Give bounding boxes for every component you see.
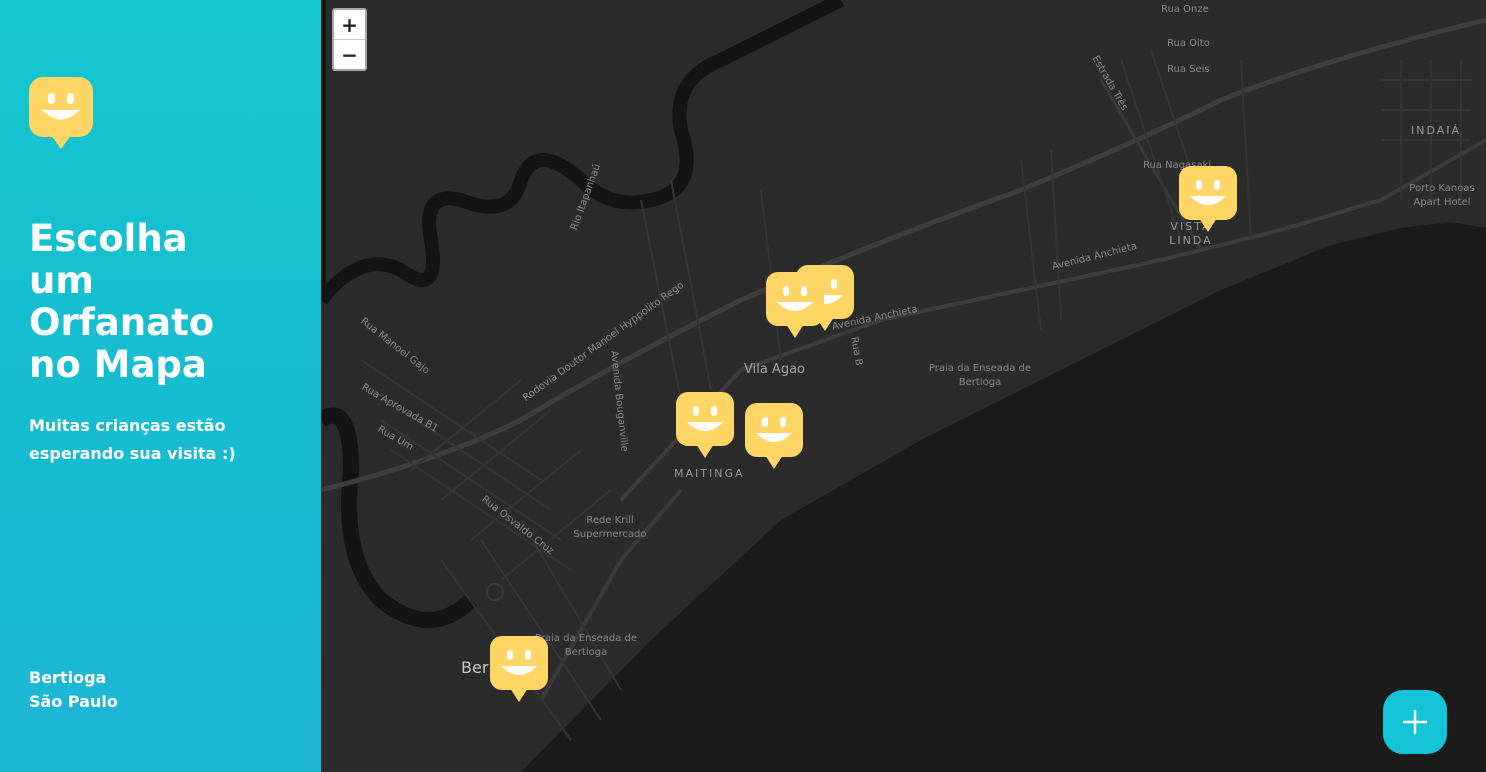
page-title: Escolha um Orfanato no Mapa [29,217,215,386]
logo-smiley-icon [29,77,93,149]
zoom-out-button[interactable]: − [334,40,365,69]
map-label: INDAIÁ [1411,124,1462,137]
page-subtitle: Muitas crianças estão esperando sua visi… [29,416,236,463]
map-label: Rua Oito [1167,38,1210,49]
orphanage-marker-pin-icon[interactable] [745,403,803,469]
map-label: Rede Krill Supermercado [573,515,647,540]
orphanage-marker-pin-icon[interactable] [766,272,824,338]
map[interactable]: + − Rua Onze Rua Oito Rua Seis Estrada T… [321,0,1486,772]
orphanage-marker-pin-icon[interactable] [1179,166,1237,232]
map-label: MAITINGA [674,467,745,480]
map-label: Ber [461,658,489,677]
sidebar: Escolha um Orfanato no Mapa Muitas crian… [0,0,321,772]
plus-icon [1402,709,1428,735]
map-label: Porto Kanoas Apart Hotel [1409,183,1475,208]
orphanage-marker-pin-icon[interactable] [676,392,734,458]
map-label: Rua Seis [1167,64,1210,75]
zoom-control: + − [332,8,367,71]
add-orphanage-button[interactable] [1383,690,1447,754]
map-label: Rua Onze [1161,4,1209,15]
map-label: Vila Agao [744,362,805,377]
location: Bertioga São Paulo [29,666,118,714]
location-state: São Paulo [29,692,118,711]
zoom-in-button[interactable]: + [334,10,365,40]
map-label: Praia da Enseada de Bertioga [928,363,1032,388]
orphanage-marker-pin-icon[interactable] [490,636,548,702]
location-city: Bertioga [29,668,107,687]
